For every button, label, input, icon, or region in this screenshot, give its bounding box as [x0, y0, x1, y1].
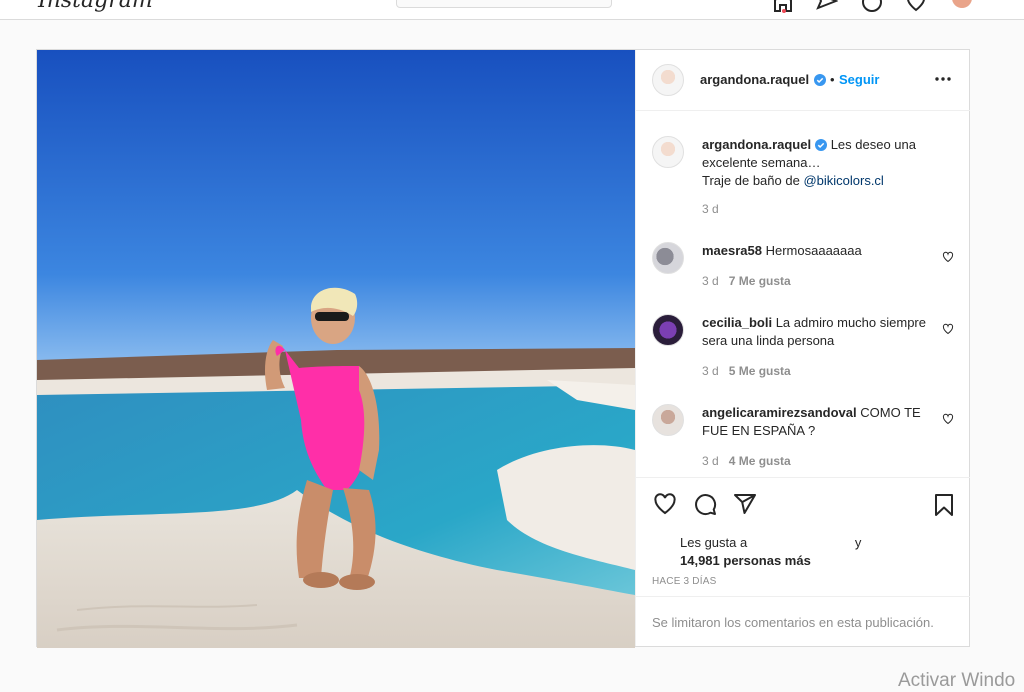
post-image — [37, 50, 635, 648]
comments-list[interactable]: argandona.raquel Les deseo una excelente… — [636, 111, 970, 477]
owner-avatar[interactable] — [652, 64, 684, 96]
caption-age[interactable]: 3 d — [702, 202, 719, 216]
post-photo[interactable] — [37, 50, 635, 648]
post-sidebar: argandona.raquel • Seguir argandona.raqu… — [635, 50, 970, 646]
likes-summary: Les gusta a y 14,981 personas más — [680, 534, 861, 570]
likes-prefix: Les gusta a — [680, 535, 748, 550]
save-bookmark-icon[interactable] — [932, 492, 956, 518]
caption-username[interactable]: argandona.raquel — [702, 137, 811, 152]
comment-item: maesra58 Hermosaaaaaaa 3 d 7 Me gusta — [652, 242, 954, 302]
comment-text: angelicaramirezsandoval COMO TE FUE EN E… — [702, 404, 932, 440]
liker-name-blurred[interactable] — [747, 539, 851, 549]
comment-age[interactable]: 3 d — [702, 454, 719, 468]
more-options-icon[interactable] — [934, 70, 952, 88]
comment-item: angelicaramirezsandoval COMO TE FUE EN E… — [652, 404, 954, 477]
comment-username[interactable]: cecilia_boli — [702, 315, 772, 330]
comment-likes[interactable]: 4 Me gusta — [729, 454, 791, 468]
top-navbar: Instagram — [0, 0, 1024, 20]
follow-button[interactable]: Seguir — [839, 72, 879, 87]
activity-icon[interactable] — [905, 0, 927, 13]
comment-text: maesra58 Hermosaaaaaaa — [702, 242, 932, 260]
likes-suffix: y — [851, 535, 862, 550]
caption-text: argandona.raquel Les deseo una excelente… — [702, 136, 932, 190]
caption-mention-link[interactable]: @bikicolors.cl — [803, 173, 883, 188]
comment-likes[interactable]: 5 Me gusta — [729, 364, 791, 378]
header-separator: • — [829, 72, 835, 87]
search-input[interactable] — [396, 0, 612, 8]
explore-icon[interactable] — [861, 0, 883, 13]
comment-avatar[interactable] — [652, 242, 684, 274]
caption-item: argandona.raquel Les deseo una excelente… — [652, 124, 954, 234]
caption-line2: Traje de baño de — [702, 173, 804, 188]
comments-limited-notice: Se limitaron los comentarios en esta pub… — [636, 596, 970, 647]
post-header: argandona.raquel • Seguir — [636, 50, 970, 111]
comment-meta: 3 d 4 Me gusta — [702, 454, 791, 468]
comment-bubble-icon[interactable] — [692, 492, 718, 516]
comment-item: cecilia_boli La admiro mucho siempre ser… — [652, 314, 954, 394]
share-send-icon[interactable] — [732, 492, 758, 516]
instagram-logo[interactable]: Instagram — [38, 0, 153, 13]
direct-icon[interactable] — [816, 0, 838, 13]
comments-limited-text: Se limitaron los comentarios en esta pub… — [652, 615, 934, 630]
profile-avatar[interactable] — [952, 0, 972, 8]
comment-username[interactable]: angelicaramirezsandoval — [702, 405, 857, 420]
verified-badge-icon — [813, 74, 826, 86]
comment-text: cecilia_boli La admiro mucho siempre ser… — [702, 314, 932, 350]
windows-activation-watermark: Activar Windo — [898, 670, 1016, 691]
likes-count[interactable]: 14,981 personas más — [680, 553, 811, 568]
comment-avatar[interactable] — [652, 314, 684, 346]
comment-meta: 3 d 7 Me gusta — [702, 274, 791, 288]
post-timestamp[interactable]: HACE 3 DÍAS — [652, 576, 716, 587]
comment-like-heart-icon[interactable] — [942, 413, 954, 425]
comment-body: Hermosaaaaaaa — [762, 243, 862, 258]
comment-likes[interactable]: 7 Me gusta — [729, 274, 791, 288]
owner-username[interactable]: argandona.raquel — [700, 72, 809, 87]
like-heart-icon[interactable] — [652, 492, 678, 516]
post-card: argandona.raquel • Seguir argandona.raqu… — [36, 49, 970, 648]
comment-avatar[interactable] — [652, 404, 684, 436]
notification-dot — [782, 9, 786, 13]
comment-like-heart-icon[interactable] — [942, 323, 954, 335]
verified-badge-icon — [815, 139, 828, 151]
comment-meta: 3 d 5 Me gusta — [702, 364, 791, 378]
comment-like-heart-icon[interactable] — [942, 251, 954, 263]
comment-age[interactable]: 3 d — [702, 364, 719, 378]
caption-avatar[interactable] — [652, 136, 684, 168]
comment-age[interactable]: 3 d — [702, 274, 719, 288]
comment-username[interactable]: maesra58 — [702, 243, 762, 258]
caption-meta: 3 d — [702, 202, 719, 216]
post-actions: Les gusta a y 14,981 personas más HACE 3… — [636, 477, 970, 598]
